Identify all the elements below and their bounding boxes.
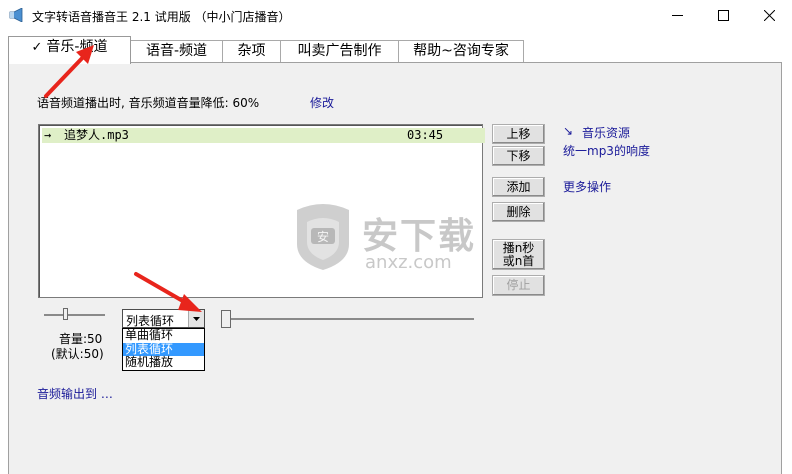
progress-slider-thumb[interactable] bbox=[221, 310, 231, 328]
tab-bar: ✓ 音乐-频道 语音-频道 杂项 叫卖广告制作 帮助~咨询专家 bbox=[0, 31, 792, 64]
modify-link[interactable]: 修改 bbox=[310, 94, 334, 111]
close-button[interactable] bbox=[746, 0, 792, 31]
track-duration: 03:45 bbox=[407, 128, 444, 142]
option-random-play[interactable]: 随机播放 bbox=[123, 356, 204, 370]
window-title: 文字转语音播音王 2.1 试用版 （中小门店播音） bbox=[32, 10, 291, 24]
tab-label: 语音-频道 bbox=[145, 43, 208, 59]
stop-button[interactable]: 停止 bbox=[492, 275, 545, 296]
play-n-label-line2: 或n首 bbox=[502, 253, 535, 268]
speaker-app-icon bbox=[9, 8, 23, 22]
watermark-domain: anxz.com bbox=[365, 252, 452, 273]
music-resources-link[interactable]: 音乐资源 bbox=[582, 124, 630, 141]
audio-output-link[interactable]: 音频输出到 … bbox=[37, 385, 113, 402]
track-name: 追梦人.mp3 bbox=[64, 128, 129, 142]
volume-default-label: (默认:50) bbox=[51, 347, 104, 361]
playing-arrow-icon: → bbox=[44, 128, 52, 142]
play-mode-dropdown: 单曲循环 列表循环 随机播放 bbox=[122, 328, 205, 371]
annotation-arrow-icon bbox=[134, 272, 202, 312]
tab-help[interactable]: 帮助~咨询专家 bbox=[398, 40, 524, 63]
tab-label: 杂项 bbox=[237, 43, 266, 59]
close-icon bbox=[763, 10, 775, 21]
minimize-button[interactable] bbox=[654, 0, 700, 31]
maximize-icon bbox=[717, 10, 729, 21]
title-bar: 文字转语音播音王 2.1 试用版 （中小门店播音） bbox=[0, 0, 792, 31]
volume-slider-track[interactable] bbox=[44, 314, 105, 316]
maximize-button[interactable] bbox=[700, 0, 746, 31]
annotation-arrow-icon bbox=[44, 45, 94, 98]
move-down-button[interactable]: 下移 bbox=[492, 146, 545, 166]
music-resources-arrow-icon: ↘ bbox=[563, 124, 574, 138]
list-item[interactable]: → 追梦人.mp3 03:45 bbox=[42, 128, 485, 143]
move-up-button[interactable]: 上移 bbox=[492, 124, 545, 144]
unify-mp3-link[interactable]: 统一mp3的响度 bbox=[563, 142, 650, 159]
volume-slider-thumb[interactable] bbox=[63, 308, 68, 320]
option-single-loop[interactable]: 单曲循环 bbox=[123, 328, 204, 343]
delete-button[interactable]: 删除 bbox=[492, 202, 545, 222]
play-n-label-line1: 播n秒 bbox=[502, 240, 535, 255]
watermark-shield-icon: 安 bbox=[297, 204, 349, 270]
tab-misc[interactable]: 杂项 bbox=[222, 40, 281, 63]
progress-slider-track[interactable] bbox=[224, 318, 474, 320]
svg-text:安: 安 bbox=[317, 229, 329, 244]
tab-voice-channel[interactable]: 语音-频道 bbox=[130, 40, 223, 63]
tab-label: 叫卖广告制作 bbox=[297, 43, 382, 59]
play-n-button[interactable]: 播n秒 或n首 bbox=[492, 239, 545, 270]
tab-label: 帮助~咨询专家 bbox=[413, 43, 509, 59]
tab-ad-maker[interactable]: 叫卖广告制作 bbox=[280, 40, 399, 63]
minimize-icon bbox=[671, 15, 683, 16]
add-button[interactable]: 添加 bbox=[492, 177, 545, 197]
more-operations-link[interactable]: 更多操作 bbox=[563, 178, 611, 195]
